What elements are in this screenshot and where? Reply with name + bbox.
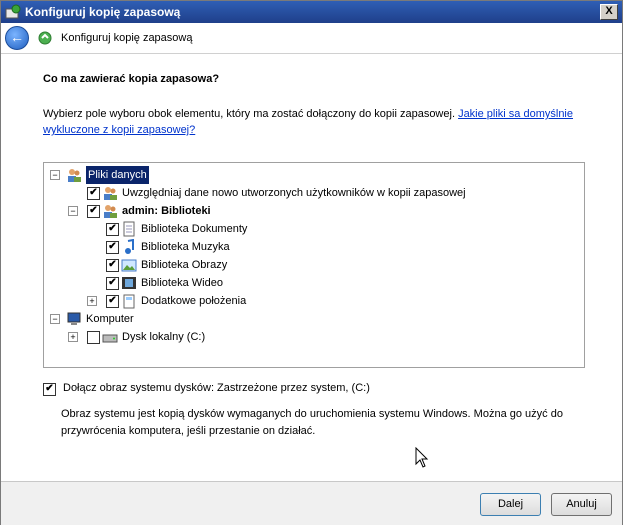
users-icon <box>68 169 81 182</box>
wizard-title: Konfiguruj kopię zapasową <box>61 32 193 44</box>
wizard-content: Co ma zawierać kopia zapasowa? Wybierz p… <box>1 54 622 481</box>
backup-items-tree[interactable]: − Pliki danych ✔ Uwzględniaj dane nowo utwo… <box>43 162 585 368</box>
backup-wizard-icon <box>38 31 52 45</box>
tree-item-label: Uwzględniaj dane nowo utworzonych użytko… <box>122 187 466 199</box>
tree-item[interactable]: ✔ Uwzględniaj dane nowo utworzonych użytk… <box>44 184 574 202</box>
tree-item-label: Pliki danych <box>86 166 149 184</box>
tree-item-label: Dysk lokalny (C:) <box>122 331 206 343</box>
drive-icon <box>102 334 118 343</box>
tree-item[interactable]: − Komputer <box>44 310 574 328</box>
next-button[interactable]: Dalej <box>480 493 541 516</box>
tree-checkbox[interactable]: ✔ <box>106 295 119 308</box>
video-icon <box>122 277 136 289</box>
tree-item-label: Biblioteka Dokumenty <box>141 223 248 235</box>
tree-item[interactable]: + Dysk lokalny (C:) <box>44 328 574 346</box>
system-image-label: Dołącz obraz systemu dysków: Zastrzeżone… <box>63 382 370 394</box>
tree-item[interactable]: ✔ Biblioteka Wideo <box>44 274 574 292</box>
users-icon <box>104 205 117 218</box>
back-button[interactable]: ← <box>5 26 29 50</box>
tree-item-label: Komputer <box>86 313 134 325</box>
tree-item[interactable]: ✔ Biblioteka Muzyka <box>44 238 574 256</box>
tree-checkbox[interactable]: ✔ <box>106 259 119 272</box>
wizard-footer: Dalej Anuluj <box>1 481 622 525</box>
page-description: Wybierz pole wyboru obok elementu, który… <box>43 106 573 138</box>
music-icon <box>125 239 134 254</box>
tree-item[interactable]: ✔ Biblioteka Dokumenty <box>44 220 574 238</box>
backup-app-icon <box>5 4 21 19</box>
mouse-pointer-icon <box>415 447 429 468</box>
tree-checkbox[interactable]: ✔ <box>106 223 119 236</box>
description-text: Wybierz pole wyboru obok elementu, który… <box>43 108 455 120</box>
pictures-icon <box>121 259 137 272</box>
tree-item-label: Dodatkowe położenia <box>141 295 247 307</box>
tree-checkbox[interactable]: ✔ <box>87 187 100 200</box>
tree-checkbox[interactable]: ✔ <box>106 241 119 254</box>
tree-expander[interactable]: − <box>50 170 60 180</box>
cancel-button[interactable]: Anuluj <box>551 493 612 516</box>
page-heading: Co ma zawierać kopia zapasowa? <box>43 73 220 85</box>
tree-item[interactable]: − ✔ admin: Biblioteki <box>44 202 574 220</box>
computer-icon <box>67 312 81 325</box>
tree-checkbox[interactable] <box>87 331 100 344</box>
tree-item-label: Biblioteka Obrazy <box>141 259 228 271</box>
tree-checkbox[interactable]: ✔ <box>106 277 119 290</box>
tree-item-label: Biblioteka Wideo <box>141 277 223 289</box>
document-icon <box>123 221 135 237</box>
close-button[interactable]: X <box>600 4 618 20</box>
folder-icon <box>123 294 135 309</box>
navigation-bar: ← Konfiguruj kopię zapasową <box>1 23 622 54</box>
backup-wizard-window: Konfiguruj kopię zapasową X ← Konfiguruj… <box>0 0 623 525</box>
system-image-checkbox[interactable]: ✔ <box>43 383 56 396</box>
tree-expander[interactable]: + <box>68 332 78 342</box>
tree-expander[interactable]: + <box>87 296 97 306</box>
users-icon <box>104 187 117 200</box>
title-bar: Konfiguruj kopię zapasową X <box>1 1 622 23</box>
tree-expander[interactable]: − <box>50 314 60 324</box>
tree-item[interactable]: + ✔ Dodatkowe położenia <box>44 292 574 310</box>
system-image-description: Obraz systemu jest kopią dysków wymagany… <box>61 408 563 437</box>
tree-checkbox[interactable]: ✔ <box>87 205 100 218</box>
tree-expander[interactable]: − <box>68 206 78 216</box>
tree-item-label: admin: Biblioteki <box>122 205 211 217</box>
window-title: Konfiguruj kopię zapasową <box>25 5 181 19</box>
tree-item-label: Biblioteka Muzyka <box>141 241 230 253</box>
tree-item[interactable]: ✔ Biblioteka Obrazy <box>44 256 574 274</box>
tree-item[interactable]: − Pliki danych <box>44 166 574 184</box>
